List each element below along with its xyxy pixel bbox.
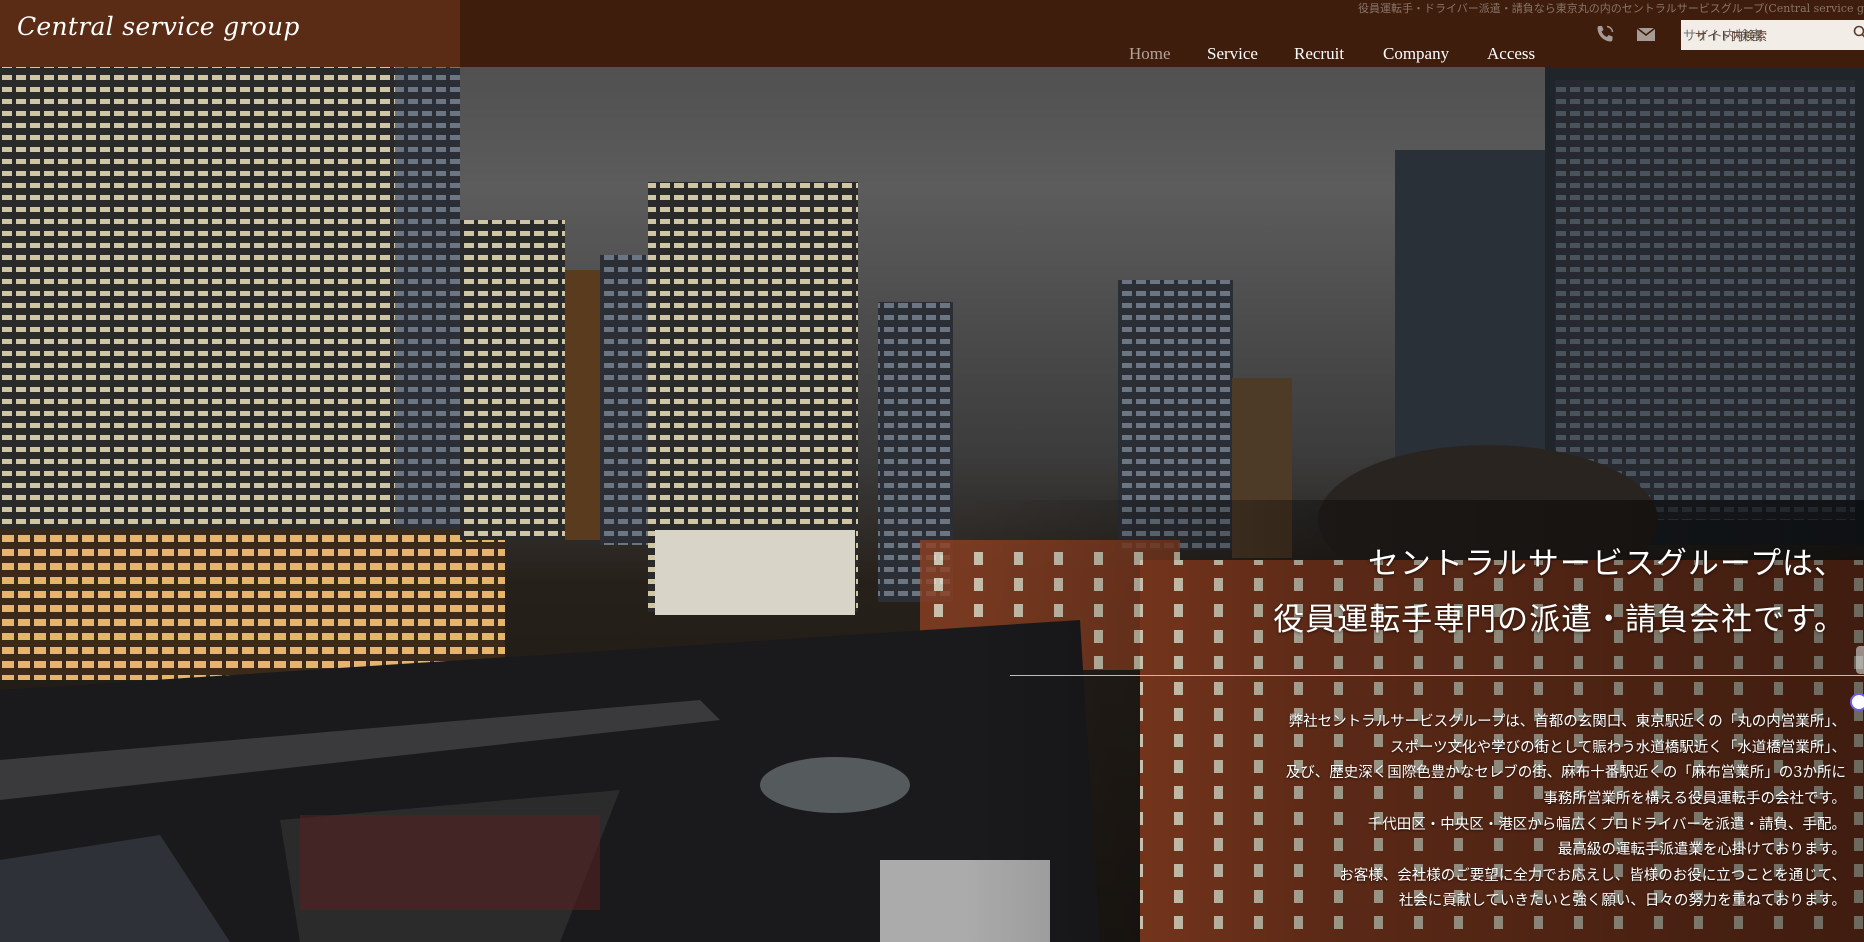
hero-body-line: 事務所営業所を構える役員運転手の会社です。 (1543, 791, 1846, 807)
hero-body-line: 社会に貢献していきたいと強く願い、日々の努力を重ねております。 (1398, 893, 1846, 909)
hero-body-line: 最高級の運転手派遣業を心掛けております。 (1557, 842, 1846, 858)
hero-headline-line-1: セントラルサービスグループは、 (1367, 546, 1846, 582)
search-placeholder: サイト内検索 (1695, 29, 1768, 43)
nav-company[interactable]: Company (1383, 44, 1449, 64)
phone-icon[interactable] (1594, 23, 1616, 45)
scroll-indicator[interactable] (1850, 693, 1864, 711)
nav-service[interactable]: Service (1207, 44, 1258, 64)
mail-icon[interactable] (1635, 23, 1657, 45)
side-tab[interactable] (1856, 646, 1864, 674)
nav-access[interactable]: Access (1487, 44, 1535, 64)
hero-body-line: スポーツ文化や学びの街として賑わう水道橋駅近く「水道橋営業所」、 (1389, 740, 1846, 756)
nav-home[interactable]: Home (1129, 44, 1171, 64)
divider (1010, 675, 1864, 676)
hero-body-line: お客様、会社様のご要望に全力でお応えし、皆様のお役に立つことを通じて、 (1339, 868, 1846, 884)
hero-body-line: 及び、歴史深く国際色豊かなセレブの街、麻布十番駅近くの「麻布営業所」の3か所に (1285, 765, 1846, 781)
site-logo[interactable]: Central service group (17, 12, 300, 41)
nav-recruit[interactable]: Recruit (1294, 44, 1344, 64)
hero-body-line: 千代田区・中央区・港区から幅広くプロドライバーを派遣・請負、手配。 (1367, 817, 1846, 833)
hero-body-line: 弊社セントラルサービスグループは、首都の玄関口、東京駅近くの「丸の内営業所」、 (1288, 714, 1846, 730)
hero-headline-line-2: 役員運転手専門の派遣・請負会社です。 (1273, 602, 1846, 638)
search-icon[interactable] (1853, 25, 1864, 41)
site-tagline: 役員運転手・ドライバー派遣・請負なら東京丸の内のセントラルサービスグループ(Ce… (1357, 2, 1864, 15)
header-bar: Central service group 役員運転手・ドライバー派遣・請負なら… (0, 0, 1864, 67)
